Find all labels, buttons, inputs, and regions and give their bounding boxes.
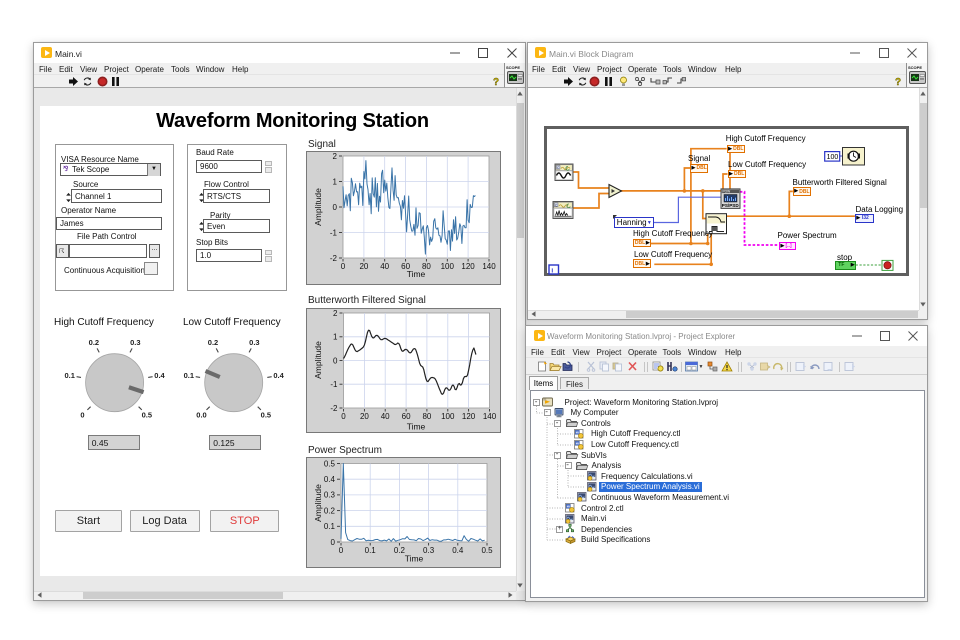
svg-text:40: 40 [381, 412, 390, 421]
svg-text:-2: -2 [330, 404, 338, 413]
svg-text:0.1: 0.1 [64, 371, 74, 380]
svg-text:0.5: 0.5 [481, 546, 493, 555]
svg-text:PS/PSD: PS/PSD [722, 203, 740, 208]
svg-text:0: 0 [333, 356, 338, 365]
svg-text:80: 80 [422, 412, 431, 421]
svg-text:0.3: 0.3 [324, 491, 336, 500]
svg-text:0.5: 0.5 [142, 411, 152, 420]
svg-text:0.3: 0.3 [130, 338, 140, 347]
svg-text:0.4: 0.4 [273, 371, 284, 380]
svg-text:60: 60 [402, 412, 411, 421]
svg-text:0: 0 [333, 203, 338, 212]
svg-text:Amplitude: Amplitude [313, 341, 323, 379]
svg-text:Time: Time [407, 269, 426, 279]
svg-text:0.1: 0.1 [184, 371, 194, 380]
svg-text:Amplitude: Amplitude [313, 484, 323, 522]
svg-text:Time: Time [407, 422, 426, 432]
svg-text:0: 0 [339, 546, 344, 555]
svg-text:100: 100 [827, 154, 839, 161]
svg-text:0: 0 [80, 411, 84, 420]
svg-text:0.0: 0.0 [196, 411, 206, 420]
svg-text:120: 120 [462, 412, 476, 421]
svg-text:POW: POW [723, 190, 731, 194]
svg-text:0.2: 0.2 [208, 338, 218, 347]
svg-text:120: 120 [461, 262, 475, 271]
svg-text:-1: -1 [330, 380, 338, 389]
svg-text:0.5: 0.5 [261, 411, 271, 420]
svg-text:i: i [551, 267, 553, 274]
svg-text:0.2: 0.2 [89, 338, 99, 347]
svg-text:0.4: 0.4 [324, 475, 336, 484]
svg-text:20: 20 [359, 262, 368, 271]
svg-text:1: 1 [333, 333, 338, 342]
svg-text:?: ? [493, 77, 499, 88]
svg-text:0: 0 [341, 412, 346, 421]
svg-text:0.3: 0.3 [249, 338, 259, 347]
svg-text:2: 2 [333, 309, 338, 318]
svg-text:0.1: 0.1 [365, 546, 377, 555]
svg-text:100: 100 [441, 412, 455, 421]
svg-text:0.1: 0.1 [324, 522, 336, 531]
svg-text:0.5: 0.5 [324, 459, 336, 468]
svg-text:140: 140 [482, 262, 496, 271]
svg-text:1: 1 [333, 177, 338, 186]
svg-text:100: 100 [441, 262, 455, 271]
svg-text:Amplitude: Amplitude [313, 188, 323, 226]
svg-text:Time: Time [405, 554, 424, 564]
svg-text:0.4: 0.4 [154, 371, 165, 380]
svg-text:-1: -1 [330, 228, 338, 237]
svg-text:40: 40 [380, 262, 389, 271]
svg-text:0: 0 [331, 538, 336, 547]
svg-text:0: 0 [341, 262, 346, 271]
svg-text:20: 20 [360, 412, 369, 421]
svg-text:0.2: 0.2 [324, 506, 336, 515]
svg-text:2: 2 [333, 152, 338, 161]
svg-text:0.3: 0.3 [423, 546, 435, 555]
svg-text:-2: -2 [330, 254, 338, 263]
svg-text:0.4: 0.4 [452, 546, 464, 555]
svg-text:140: 140 [483, 412, 497, 421]
